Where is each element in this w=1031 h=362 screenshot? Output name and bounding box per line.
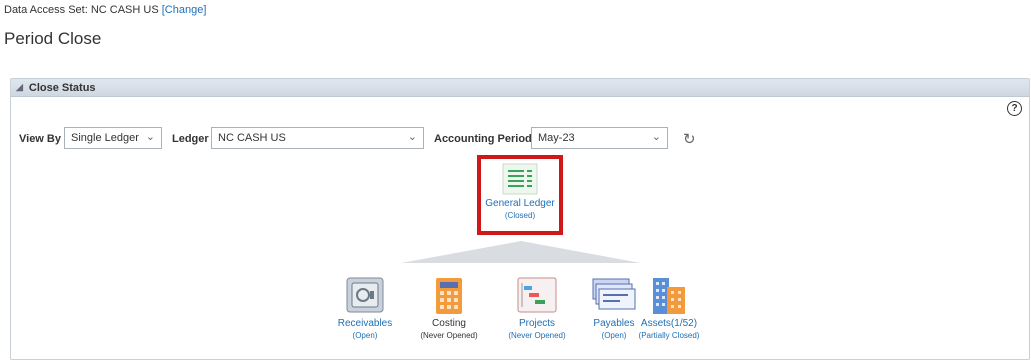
assets-title[interactable]: Assets(1/52) (633, 318, 705, 329)
filter-toolbar: View By Single Ledger ⌄ Ledger NC CASH U… (11, 127, 1029, 151)
payables-title[interactable]: Payables (589, 318, 639, 329)
chevron-down-icon: ⌄ (407, 131, 417, 143)
general-ledger-title[interactable]: General Ledger (479, 198, 561, 209)
period-select[interactable]: May-23 ⌄ (531, 127, 668, 149)
ledger-select[interactable]: NC CASH US ⌄ (211, 127, 424, 149)
change-link[interactable]: [Change] (162, 4, 207, 16)
panel-header[interactable]: ◢ Close Status (11, 79, 1029, 97)
view-by-label: View By (19, 133, 61, 145)
panel-title: Close Status (28, 81, 96, 94)
assets-status: (Partially Closed) (638, 331, 700, 340)
costing-title: Costing (432, 318, 466, 329)
projects-status: (Never Opened) (508, 331, 566, 340)
period-label: Accounting Period (434, 133, 532, 145)
das-label: Data Access Set: (4, 4, 88, 16)
ledger-value: NC CASH US (218, 132, 286, 144)
general-ledger-node[interactable]: General Ledger (Closed) (479, 163, 561, 220)
refresh-icon[interactable]: ↻ (683, 130, 696, 148)
payables-icon (592, 278, 636, 310)
general-ledger-icon (502, 163, 538, 195)
general-ledger-status: (Closed) (504, 211, 536, 220)
receivables-title[interactable]: Receivables (329, 318, 401, 329)
chevron-down-icon: ⌄ (145, 131, 155, 143)
page-title: Period Close (4, 29, 102, 48)
close-status-panel: ◢ Close Status ? View By Single Ledger ⌄… (10, 78, 1030, 360)
costing-node[interactable]: Costing (Never Opened) (411, 277, 487, 340)
projects-title[interactable]: Projects (499, 318, 575, 329)
view-by-value: Single Ledger (71, 132, 139, 144)
projects-node[interactable]: Projects (Never Opened) (499, 277, 575, 340)
period-value: May-23 (538, 132, 575, 144)
data-access-set: Data Access Set: NC CASH US [Change] (4, 4, 206, 16)
hierarchy-connector (401, 241, 641, 263)
payables-status: (Open) (601, 331, 627, 340)
assets-node[interactable]: Assets(1/52) (Partially Closed) (633, 277, 705, 340)
assets-icon (653, 278, 685, 314)
view-by-select[interactable]: Single Ledger ⌄ (64, 127, 162, 149)
costing-status: (Never Opened) (420, 331, 478, 340)
chevron-down-icon: ⌄ (651, 131, 661, 143)
receivables-status: (Open) (352, 331, 378, 340)
help-icon[interactable]: ? (1007, 101, 1022, 116)
receivables-node[interactable]: Receivables (Open) (329, 277, 401, 340)
ledger-label: Ledger (172, 133, 209, 145)
projects-icon (517, 277, 557, 313)
costing-icon (436, 278, 462, 314)
receivables-icon (346, 277, 384, 313)
collapse-icon[interactable]: ◢ (16, 82, 23, 93)
das-value: NC CASH US (90, 4, 159, 16)
payables-node[interactable]: Payables (Open) (589, 277, 639, 340)
